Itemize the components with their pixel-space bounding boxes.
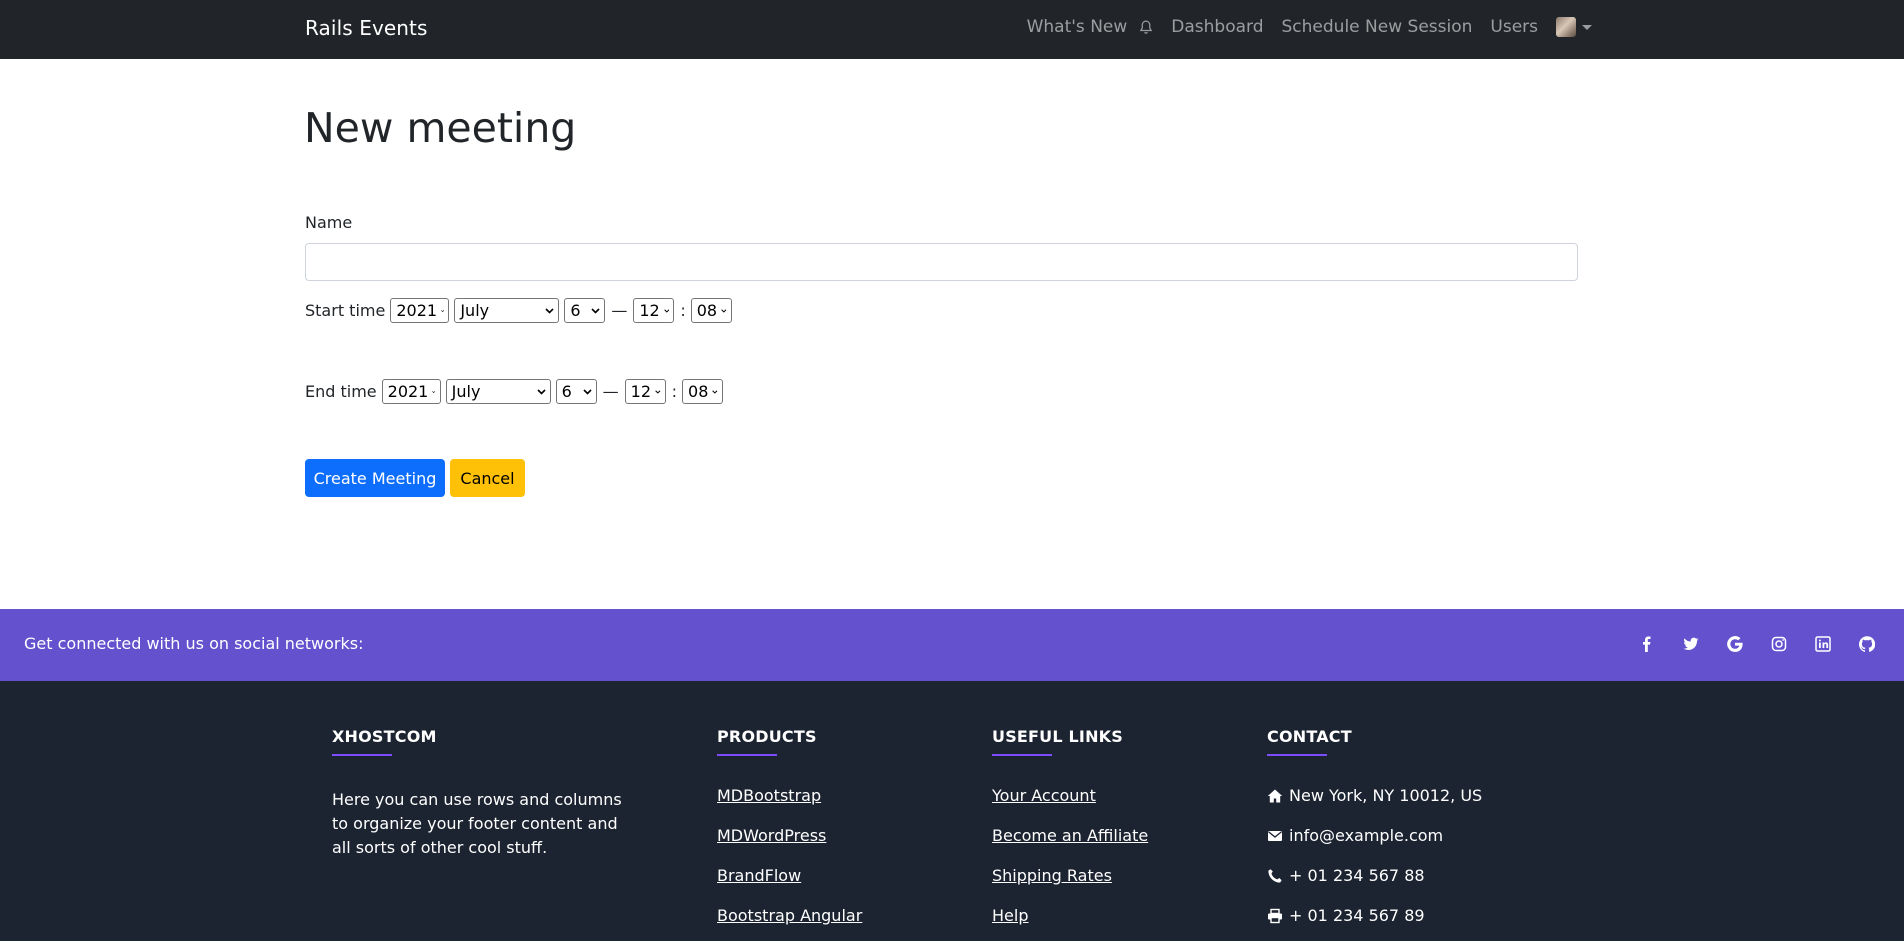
chevron-down-icon [663,308,670,313]
user-menu-dropdown[interactable] [1556,17,1592,37]
footer-divider [1267,754,1327,756]
name-label: Name [305,213,353,232]
start-minute-value: 08 [696,301,718,320]
phone-icon [1268,869,1282,883]
end-hour-value: 12 [630,382,651,401]
end-time-label: End time [305,382,377,401]
navbar: Rails Events What's New Dashboard Schedu… [0,0,1904,59]
end-time-colon: : [671,382,678,401]
end-month-value: July [451,382,481,401]
cancel-button[interactable]: Cancel [450,459,525,497]
nav-links: What's New Dashboard Schedule New Sessio… [1009,17,1592,37]
footer-products-title: PRODUCTS [717,727,817,746]
nav-dashboard[interactable]: Dashboard [1171,17,1263,37]
start-day-value: 6 [570,301,581,320]
start-hour-value: 12 [639,301,660,320]
footer-link-become-affiliate[interactable]: Become an Affiliate [992,816,1148,856]
start-time-row: Start time 2021 July 6 — 12 : 08 [305,298,737,323]
end-minute-value: 08 [688,382,709,401]
footer-phone-text: + 01 234 567 88 [1289,866,1425,885]
start-day-select[interactable]: 6 [564,298,606,323]
end-day-value: 6 [561,382,572,401]
social-text: Get connected with us on social networks… [24,634,364,653]
facebook-icon[interactable] [1638,635,1656,653]
start-date-time-separator: — [611,301,628,320]
footer-email-text: info@example.com [1289,826,1444,845]
footer-address-text: New York, NY 10012, US [1289,786,1483,805]
footer-link-mdwordpress[interactable]: MDWordPress [717,816,862,856]
footer: XHOSTCOM Here you can use rows and colum… [0,681,1904,941]
github-icon[interactable] [1858,635,1876,653]
chevron-down-icon [545,307,554,314]
end-time-row: End time 2021 July 6 — 12 : 08 [305,379,728,404]
end-date-time-separator: — [602,382,619,401]
footer-useful-links-column: USEFUL LINKS Your Account Become an Affi… [992,727,1148,936]
footer-divider [332,754,392,756]
nav-schedule-new-session[interactable]: Schedule New Session [1282,17,1473,37]
footer-contact-column: CONTACT New York, NY 10012, US info@exam… [1267,727,1482,936]
brand-link[interactable]: Rails Events [305,16,428,40]
start-month-value: July [460,301,490,320]
end-minute-select[interactable]: 08 [682,379,724,404]
chevron-down-icon [591,307,600,314]
footer-divider [717,754,777,756]
footer-link-your-account[interactable]: Your Account [992,776,1148,816]
footer-contact-title: CONTACT [1267,727,1352,746]
footer-link-brandflow[interactable]: BrandFlow [717,856,862,896]
footer-link-bootstrap-angular[interactable]: Bootstrap Angular [717,896,862,936]
footer-divider [992,754,1052,756]
start-month-select[interactable]: July [454,298,560,323]
chevron-down-icon [712,389,718,394]
page-title: New meeting [304,104,577,152]
chevron-down-icon [655,389,661,394]
home-icon [1267,789,1283,803]
chevron-down-icon [721,308,727,313]
printer-icon [1268,908,1282,924]
chevron-down-icon [441,309,445,312]
chevron-down-icon [583,388,592,395]
envelope-icon [1268,831,1282,841]
footer-phone: + 01 234 567 88 [1267,856,1482,896]
footer-company-column: XHOSTCOM Here you can use rows and colum… [332,727,632,860]
bell-icon[interactable] [1139,20,1153,35]
footer-address: New York, NY 10012, US [1267,776,1482,816]
start-year-value: 2021 [396,301,438,320]
footer-products-column: PRODUCTS MDBootstrap MDWordPress BrandFl… [717,727,862,936]
footer-fax-text: + 01 234 567 89 [1289,906,1425,925]
chevron-down-icon [432,390,436,393]
footer-link-help[interactable]: Help [992,896,1148,936]
nav-users[interactable]: Users [1490,17,1538,37]
footer-email: info@example.com [1267,816,1482,856]
start-hour-select[interactable]: 12 [633,298,675,323]
linkedin-icon[interactable] [1814,635,1832,653]
end-hour-select[interactable]: 12 [624,379,666,404]
twitter-icon[interactable] [1682,635,1700,653]
avatar [1556,17,1576,37]
footer-company-title: XHOSTCOM [332,727,437,746]
instagram-icon[interactable] [1770,635,1788,653]
name-input[interactable] [305,243,1578,281]
start-time-colon: : [680,301,686,320]
nav-whats-new[interactable]: What's New [1027,17,1128,37]
start-time-label: Start time [305,301,386,320]
start-minute-select[interactable]: 08 [690,298,732,323]
google-icon[interactable] [1726,635,1744,653]
create-meeting-button[interactable]: Create Meeting [305,459,445,497]
footer-link-shipping-rates[interactable]: Shipping Rates [992,856,1148,896]
chevron-down-icon [537,388,546,395]
social-bar: Get connected with us on social networks… [0,609,1904,681]
end-month-select[interactable]: July [445,379,551,404]
end-day-select[interactable]: 6 [555,379,597,404]
footer-company-description: Here you can use rows and columns to org… [332,790,622,857]
end-year-value: 2021 [387,382,429,401]
end-year-select[interactable]: 2021 [381,379,441,404]
start-year-select[interactable]: 2021 [390,298,450,323]
footer-fax: + 01 234 567 89 [1267,896,1482,936]
social-icons [1612,635,1876,653]
caret-down-icon [1582,24,1592,30]
footer-useful-links-title: USEFUL LINKS [992,727,1123,746]
footer-link-mdbootstrap[interactable]: MDBootstrap [717,776,862,816]
